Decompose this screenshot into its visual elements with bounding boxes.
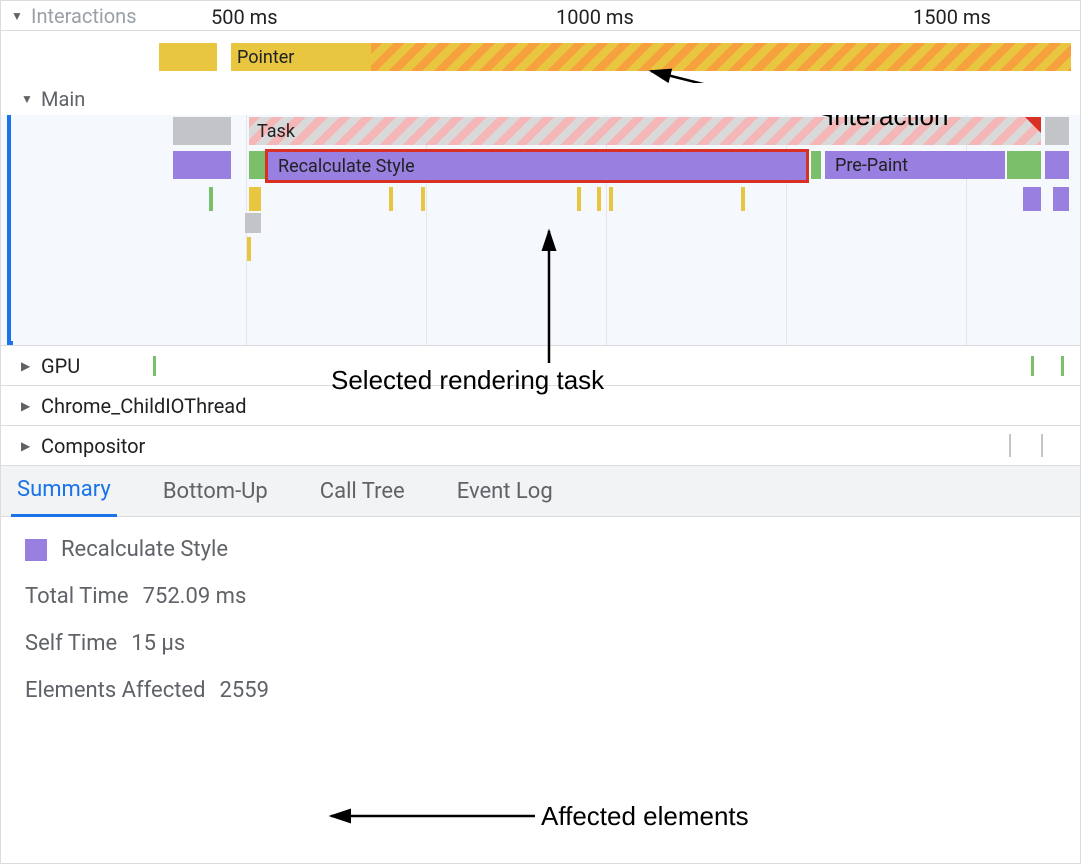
pre-paint-bar[interactable]: Pre-Paint <box>825 151 1005 179</box>
expand-icon: ▶ <box>21 359 35 373</box>
childio-label: Chrome_ChildIOThread <box>41 394 246 418</box>
total-time-value: 752.09 ms <box>143 584 247 609</box>
main-thread-track[interactable]: ▼ Main Task Recalculate Style Pre-Paint <box>1 83 1080 345</box>
collapse-icon: ▼ <box>21 92 35 106</box>
pointer-interaction[interactable]: Pointer <box>231 43 371 71</box>
tab-call-tree[interactable]: Call Tree <box>314 467 411 516</box>
recalc-label: Recalculate Style <box>278 156 415 177</box>
ruler-tick-1500: 1500 ms <box>913 5 991 29</box>
compositor-label: Compositor <box>41 434 145 458</box>
long-interaction-bar[interactable] <box>371 43 1071 71</box>
tab-summary[interactable]: Summary <box>11 465 117 517</box>
timeline-ruler[interactable]: ▼ Interactions 500 ms 1000 ms 1500 ms <box>1 1 1080 31</box>
arrow-icon <box>325 801 541 831</box>
details-tabs: Summary Bottom-Up Call Tree Event Log <box>1 465 1080 517</box>
elements-affected-value: 2559 <box>219 678 268 703</box>
childio-track-header[interactable]: ▶ Chrome_ChildIOThread <box>1 385 1080 425</box>
expand-icon: ▶ <box>21 399 35 413</box>
task-label: Task <box>257 121 295 142</box>
gpu-label: GPU <box>41 354 80 378</box>
elements-affected-label: Elements Affected <box>25 678 205 703</box>
style-block[interactable] <box>173 151 231 179</box>
task-block[interactable] <box>173 117 231 145</box>
task-block[interactable] <box>1045 117 1069 145</box>
purple-block[interactable] <box>1045 151 1069 179</box>
summary-details-pane: Recalculate Style Total Time 752.09 ms S… <box>1 517 1080 745</box>
collapse-icon: ▼ <box>11 9 25 23</box>
main-label: Main <box>41 87 85 111</box>
ruler-tick-1000: 1000 ms <box>556 5 634 29</box>
interactions-track-header[interactable]: ▼ Interactions <box>11 4 137 28</box>
green-block[interactable] <box>811 151 821 179</box>
tab-event-log[interactable]: Event Log <box>451 467 559 516</box>
prepaint-label: Pre-Paint <box>835 155 908 176</box>
total-time-label: Total Time <box>25 584 129 609</box>
detail-title: Recalculate Style <box>61 537 228 562</box>
interactions-label: Interactions <box>31 4 137 28</box>
pointer-label: Pointer <box>237 47 294 68</box>
tab-bottom-up[interactable]: Bottom-Up <box>157 467 274 516</box>
annotation-affected-elements: Affected elements <box>541 801 749 832</box>
recalculate-style-bar[interactable]: Recalculate Style <box>265 149 809 183</box>
expand-icon: ▶ <box>21 439 35 453</box>
block[interactable] <box>245 213 261 233</box>
long-task-bar[interactable]: Task <box>249 117 1041 145</box>
interactions-track[interactable]: Pointer <box>1 31 1080 83</box>
main-track-header[interactable]: ▼ Main <box>1 83 1080 115</box>
gpu-track-header[interactable]: ▶ GPU <box>1 345 1080 385</box>
self-time-label: Self Time <box>25 631 117 656</box>
green-block[interactable] <box>1007 151 1041 179</box>
green-block[interactable] <box>249 151 265 179</box>
ruler-tick-500: 500 ms <box>211 5 278 29</box>
interaction-block[interactable] <box>159 43 217 71</box>
self-time-value: 15 µs <box>131 631 185 656</box>
compositor-track-header[interactable]: ▶ Compositor <box>1 425 1080 465</box>
color-swatch-icon <box>25 539 47 561</box>
